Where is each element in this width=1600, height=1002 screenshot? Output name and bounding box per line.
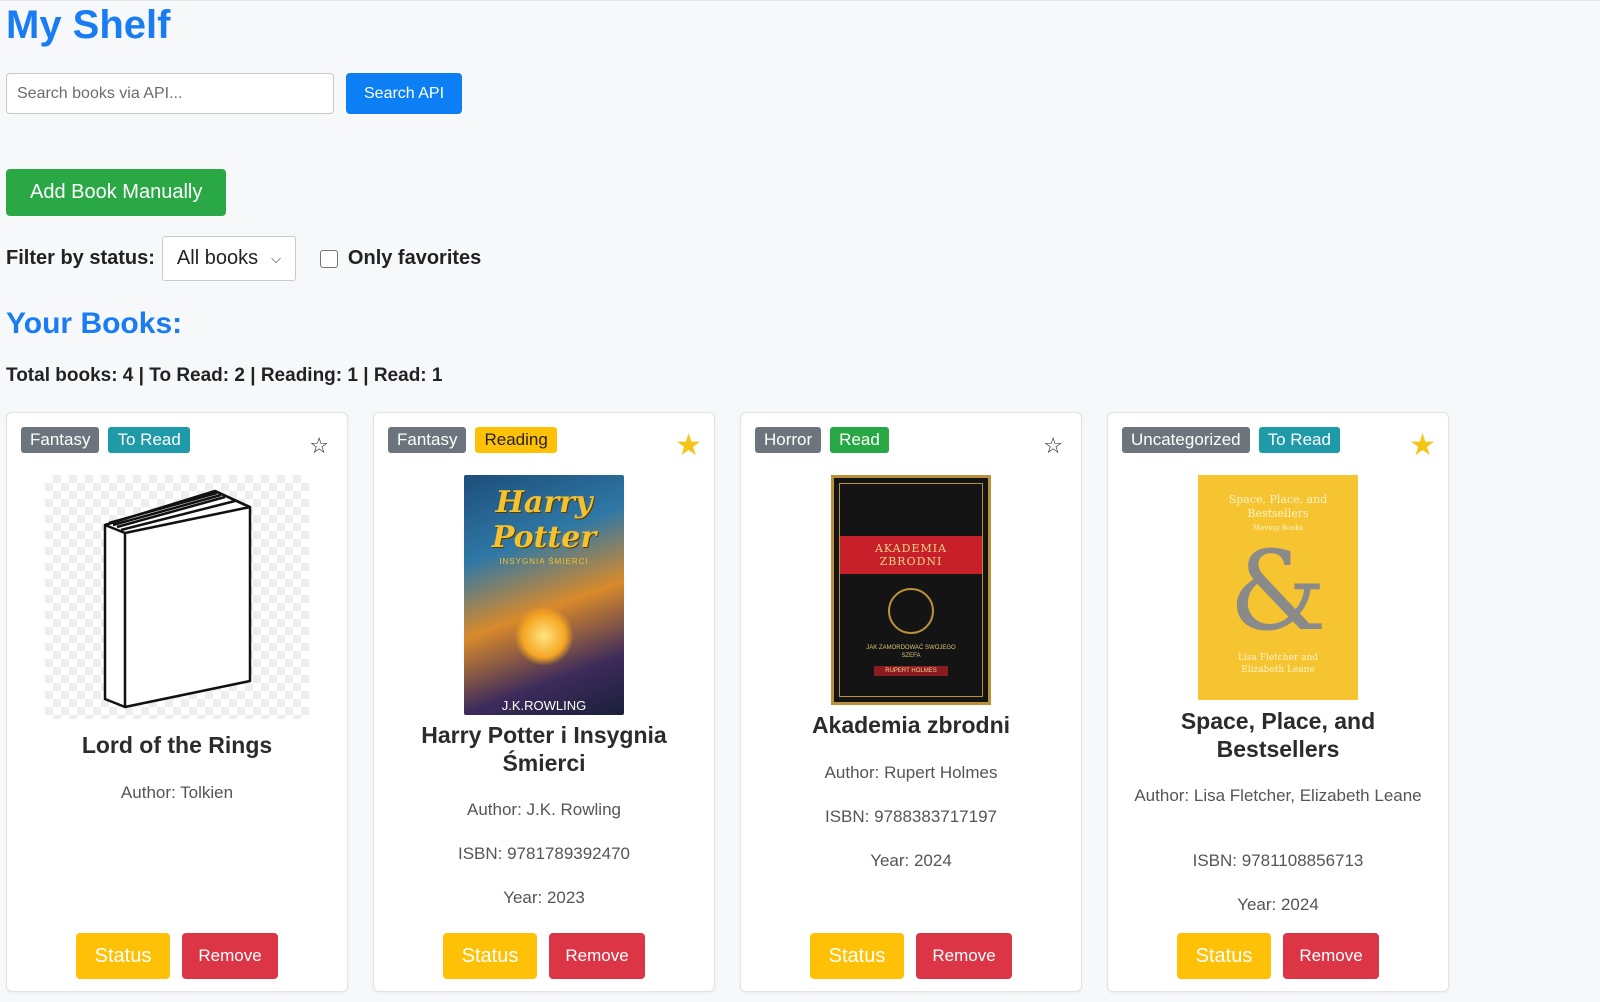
book-card: Fantasy To Read ☆ Lord of the Rings Auth… (6, 412, 348, 992)
book-list: Fantasy To Read ☆ Lord of the Rings Auth… (6, 412, 1600, 992)
cover-title: Space, Place, and Bestsellers (1228, 493, 1328, 520)
book-cover (45, 475, 309, 719)
remove-button[interactable]: Remove (1283, 933, 1379, 979)
genre-badge: Fantasy (21, 427, 100, 453)
status-badge: To Read (108, 427, 190, 453)
chevron-down-icon: ⌵ (271, 250, 281, 266)
add-book-manually-button[interactable]: Add Book Manually (6, 169, 227, 216)
book-author: Author: Lisa Fletcher, Elizabeth Leane (1134, 786, 1422, 805)
book-year: Year: 2024 (870, 851, 952, 870)
status-filter-select[interactable]: All books ⌵ (161, 236, 296, 281)
cover-subtitle: INSYGNIA ŚMIERCI (499, 557, 589, 566)
cover-title: Harry Potter (491, 485, 597, 555)
book-title: Space, Place, and Bestsellers (1180, 708, 1376, 762)
status-badge: To Read (1258, 427, 1340, 453)
book-isbn: ISBN: 9781789392470 (457, 844, 631, 863)
cover-subtitle: JAK ZAMORDOWAĆ SWOJEGO SZEFA (866, 645, 956, 659)
book-card: Horror Read ☆ AKADEMIA ZBRODNI JAK ZAMOR… (740, 412, 1082, 992)
status-button[interactable]: Status (810, 933, 904, 979)
book-card: Fantasy Reading ★ Harry Potter INSYGNIA … (373, 412, 715, 992)
book-cover: Harry Potter INSYGNIA ŚMIERCI J.K.ROWLIN… (464, 475, 624, 715)
only-favorites-label: Only favorites (347, 247, 482, 269)
search-api-button[interactable]: Search API (346, 73, 463, 114)
favorite-star-icon[interactable]: ☆ (1043, 433, 1063, 459)
book-placeholder-icon (103, 489, 252, 709)
filter-bar: Filter by status: All books ⌵ Only favor… (6, 236, 1600, 281)
filter-label: Filter by status: (6, 247, 155, 269)
book-cover: Space, Place, and Bestsellers Moving Boo… (1198, 475, 1358, 700)
status-button[interactable]: Status (76, 933, 170, 979)
genre-badge: Horror (755, 427, 822, 453)
favorite-star-icon[interactable]: ★ (1409, 428, 1436, 463)
only-favorites-checkbox[interactable] (319, 249, 338, 268)
book-title: Harry Potter i Insygnia Śmierci (421, 722, 667, 776)
ampersand-icon: & (1229, 527, 1327, 655)
book-card: Uncategorized To Read ★ Space, Place, an… (1107, 412, 1449, 992)
cover-title: AKADEMIA ZBRODNI (840, 536, 982, 574)
remove-button[interactable]: Remove (916, 933, 1012, 979)
book-title: Lord of the Rings (81, 732, 273, 758)
remove-button[interactable]: Remove (182, 933, 278, 979)
book-author: Author: J.K. Rowling (466, 800, 621, 819)
book-isbn: ISBN: 9781108856713 (1192, 851, 1364, 870)
books-section-title: Your Books: (6, 307, 183, 340)
page-title: My Shelf (6, 3, 171, 47)
book-year: Year: 2023 (503, 888, 585, 907)
cover-author: Lisa Fletcher and Elizabeth Leane (1238, 653, 1319, 675)
search-input[interactable] (6, 73, 334, 114)
genre-badge: Fantasy (388, 427, 467, 453)
status-button[interactable]: Status (443, 933, 537, 979)
status-button[interactable]: Status (1177, 933, 1271, 979)
status-badge: Read (830, 427, 889, 453)
remove-button[interactable]: Remove (549, 933, 645, 979)
status-filter-value: All books (176, 247, 259, 269)
page: My Shelf Search API Add Book Manually Fi… (0, 3, 1600, 992)
favorite-star-icon[interactable]: ☆ (309, 433, 329, 459)
cover-author: RUPERT HOLMES (874, 666, 948, 676)
book-stats: Total books: 4 | To Read: 2 | Reading: 1… (6, 365, 443, 386)
search-bar: Search API (6, 73, 1600, 114)
cover-author: J.K.ROWLING (501, 698, 587, 713)
status-badge: Reading (475, 427, 557, 453)
only-favorites-toggle[interactable]: Only favorites (319, 247, 482, 270)
book-author: Author: Tolkien (120, 783, 234, 802)
book-author: Author: Rupert Holmes (824, 763, 998, 782)
genre-badge: Uncategorized (1122, 427, 1250, 453)
book-isbn: ISBN: 9788383717197 (824, 807, 998, 826)
book-year: Year: 2024 (1237, 895, 1319, 914)
favorite-star-icon[interactable]: ★ (675, 428, 702, 463)
book-cover: AKADEMIA ZBRODNI JAK ZAMORDOWAĆ SWOJEGO … (831, 475, 991, 705)
book-title: Akademia zbrodni (811, 712, 1011, 738)
